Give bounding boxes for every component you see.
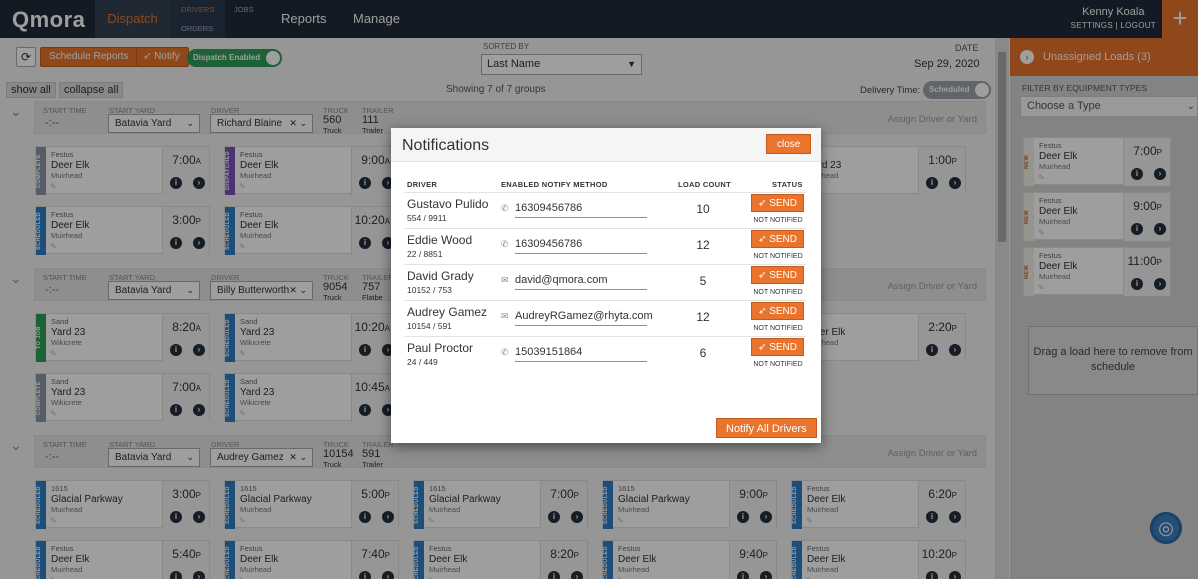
row-driver-name: Audrey Gamez <box>407 305 488 319</box>
send-button[interactable]: ➶ SEND <box>751 194 804 212</box>
load-count: 12 <box>696 310 710 324</box>
send-label: SEND <box>769 270 797 281</box>
send-label: SEND <box>769 342 797 353</box>
phone-icon: ✆ <box>501 239 509 249</box>
send-icon: ➶ <box>758 198 767 209</box>
modal-title: Notifications <box>402 137 490 154</box>
not-notified-status: NOT NOTIFIED <box>753 361 803 368</box>
load-count: 10 <box>696 202 710 216</box>
notify-method-input[interactable]: david@qmora.com <box>515 274 647 290</box>
send-label: SEND <box>769 198 797 209</box>
mail-icon: ✉ <box>501 311 509 321</box>
send-icon: ➶ <box>758 234 767 245</box>
notify-all-drivers-button[interactable]: Notify All Drivers <box>716 418 817 438</box>
col-method: ENABLED NOTIFY METHOD <box>501 180 608 189</box>
notifications-modal: Notifications close DRIVER ENABLED NOTIF… <box>391 128 821 443</box>
notify-method-input[interactable]: 15039151864 <box>515 346 647 362</box>
not-notified-status: NOT NOTIFIED <box>753 289 803 296</box>
load-count: 5 <box>699 274 707 288</box>
row-driver-name: Gustavo Pulido <box>407 197 489 211</box>
send-icon: ➶ <box>758 306 767 317</box>
close-button[interactable]: close <box>766 134 812 154</box>
row-driver-name: Paul Proctor <box>407 341 474 355</box>
notify-row: Gustavo Pulido 554 / 9911 ✆ 16309456786 … <box>404 192 806 228</box>
row-truck-trailer: 22 / 8851 <box>407 249 443 259</box>
col-load-count: LOAD COUNT <box>678 180 731 189</box>
phone-icon: ✆ <box>501 203 509 213</box>
col-status: STATUS <box>772 180 803 189</box>
send-button[interactable]: ➶ SEND <box>751 338 804 356</box>
notify-row: Eddie Wood 22 / 8851 ✆ 16309456786 12 ➶ … <box>404 228 806 264</box>
send-icon: ➶ <box>758 270 767 281</box>
row-truck-trailer: 24 / 449 <box>407 357 438 367</box>
send-button[interactable]: ➶ SEND <box>751 302 804 320</box>
row-truck-trailer: 554 / 9911 <box>407 213 447 223</box>
modal-header: Notifications close <box>391 128 821 162</box>
load-count: 6 <box>699 346 707 360</box>
send-button[interactable]: ➶ SEND <box>751 230 804 248</box>
load-count: 12 <box>696 238 710 252</box>
row-truck-trailer: 10154 / 591 <box>407 321 452 331</box>
notify-method-input[interactable]: AudreyRGamez@rhyta.com <box>515 310 653 326</box>
row-driver-name: Eddie Wood <box>407 233 473 247</box>
notify-row: Paul Proctor 24 / 449 ✆ 15039151864 6 ➶ … <box>404 336 806 372</box>
notify-row: Audrey Gamez 10154 / 591 ✉ AudreyRGamez@… <box>404 300 806 336</box>
mail-icon: ✉ <box>501 275 509 285</box>
notify-row: David Grady 10152 / 753 ✉ david@qmora.co… <box>404 264 806 300</box>
notify-method-input[interactable]: 16309456786 <box>515 238 647 254</box>
row-truck-trailer: 10152 / 753 <box>407 285 452 295</box>
notify-method-input[interactable]: 16309456786 <box>515 202 647 218</box>
col-driver: DRIVER <box>407 180 438 189</box>
send-icon: ➶ <box>758 342 767 353</box>
send-button[interactable]: ➶ SEND <box>751 266 804 284</box>
send-label: SEND <box>769 234 797 245</box>
not-notified-status: NOT NOTIFIED <box>753 253 803 260</box>
phone-icon: ✆ <box>501 347 509 357</box>
send-label: SEND <box>769 306 797 317</box>
not-notified-status: NOT NOTIFIED <box>753 325 803 332</box>
not-notified-status: NOT NOTIFIED <box>753 217 803 224</box>
row-driver-name: David Grady <box>407 269 474 283</box>
